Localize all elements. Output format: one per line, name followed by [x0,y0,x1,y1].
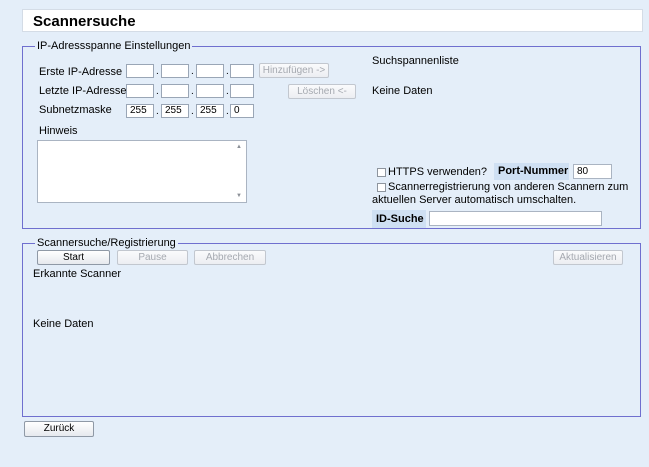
id-search-input[interactable] [429,211,602,226]
delete-range-button[interactable]: Löschen <- [288,84,356,99]
subnet-octet-4[interactable]: 0 [230,104,254,118]
ip-separator: . [156,86,159,97]
auto-switch-label-line-2: aktuellen Server automatisch umschalten. [372,194,577,206]
last-ip-octet-2[interactable] [161,84,189,98]
detected-scanners-label: Erkannte Scanner [33,268,122,280]
ip-separator: . [191,66,194,77]
ip-range-legend: IP-Adressspanne Einstellungen [35,40,193,52]
auto-switch-label-line-1: Scannerregistrierung von anderen Scanner… [388,181,629,193]
auto-switch-checkbox[interactable] [377,183,386,192]
subnet-label: Subnetzmaske [39,104,112,116]
first-ip-octet-4[interactable] [230,64,254,78]
last-ip-octet-3[interactable] [196,84,224,98]
first-ip-label: Erste IP-Adresse [39,66,123,78]
ip-separator: . [156,106,159,117]
id-search-label: ID-Suche [372,210,426,228]
back-button[interactable]: Zurück [24,421,94,437]
page-title: Scannersuche [33,13,136,30]
last-ip-octet-1[interactable] [126,84,154,98]
search-legend: Scannersuche/Registrierung [35,237,178,249]
port-input[interactable]: 80 [573,164,612,179]
range-list-empty: Keine Daten [372,85,433,97]
https-checkbox[interactable] [377,168,386,177]
hint-label: Hinweis [39,125,78,137]
refresh-button[interactable]: Aktualisieren [553,250,623,265]
scroll-down-icon[interactable]: ▼ [236,193,242,199]
last-ip-label: Letzte IP-Adresse [39,85,127,97]
pause-button[interactable]: Pause [117,250,188,265]
ip-separator: . [156,66,159,77]
hint-textarea[interactable]: ▲ ▼ [37,140,247,203]
start-button[interactable]: Start [37,250,110,265]
ip-separator: . [226,106,229,117]
title-bar: Scannersuche [22,9,643,32]
cancel-button[interactable]: Abbrechen [194,250,266,265]
ip-separator: . [226,66,229,77]
scroll-up-icon[interactable]: ▲ [236,144,242,150]
subnet-octet-2[interactable]: 255 [161,104,189,118]
ip-separator: . [191,106,194,117]
range-list-title: Suchspannenliste [372,55,459,67]
ip-separator: . [226,86,229,97]
add-range-button[interactable]: Hinzufügen -> [259,63,329,78]
first-ip-octet-1[interactable] [126,64,154,78]
first-ip-octet-2[interactable] [161,64,189,78]
port-label: Port-Nummer [494,163,569,180]
ip-separator: . [191,86,194,97]
subnet-octet-3[interactable]: 255 [196,104,224,118]
https-label: HTTPS verwenden? [388,166,488,178]
first-ip-octet-3[interactable] [196,64,224,78]
subnet-octet-1[interactable]: 255 [126,104,154,118]
last-ip-octet-4[interactable] [230,84,254,98]
detected-scanners-empty: Keine Daten [33,318,94,330]
